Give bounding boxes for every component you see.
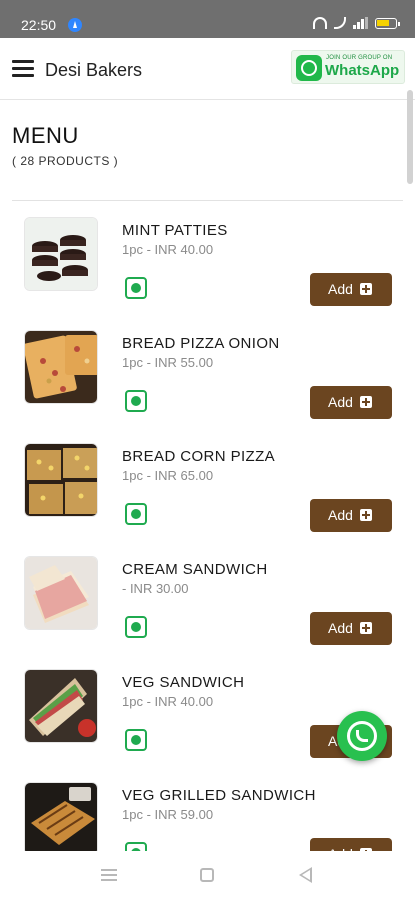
product-price: 1pc - INR 65.00 — [122, 468, 214, 483]
product-name: BREAD PIZZA ONION — [122, 335, 280, 352]
veg-indicator-icon — [125, 729, 147, 751]
product-image[interactable] — [24, 217, 98, 291]
add-to-cart-button[interactable]: Add — [310, 612, 392, 645]
signal-icon — [353, 17, 368, 29]
add-to-cart-button[interactable]: Add — [310, 499, 392, 532]
product-name: BREAD CORN PIZZA — [122, 448, 276, 465]
divider — [12, 200, 403, 201]
veg-indicator-icon — [125, 277, 147, 299]
product-price: - INR 30.00 — [122, 581, 189, 596]
whatsapp-banner-label: WhatsApp — [325, 62, 400, 79]
plus-icon — [360, 283, 372, 295]
system-nav-bar — [0, 851, 415, 900]
add-button-label: Add — [328, 394, 353, 410]
plus-icon — [360, 396, 372, 408]
hamburger-icon[interactable] — [12, 60, 34, 78]
add-button-label: Add — [328, 507, 353, 523]
product-item: BREAD CORN PIZZA 1pc - INR 65.00 Add — [0, 443, 415, 556]
scrollbar[interactable] — [407, 90, 413, 184]
product-price: 1pc - INR 59.00 — [122, 807, 214, 822]
battery-icon — [375, 17, 400, 29]
product-image[interactable] — [24, 782, 98, 856]
whatsapp-chat-button[interactable] — [337, 711, 387, 761]
status-time: 22:50 — [21, 17, 57, 33]
add-button-label: Add — [328, 620, 353, 636]
app-header: Desi Bakers JOIN OUR GROUP ON WhatsApp — [0, 38, 415, 100]
product-item: MINT PATTIES 1pc - INR 40.00 Add — [0, 217, 415, 330]
whatsapp-group-banner[interactable]: JOIN OUR GROUP ON WhatsApp — [291, 50, 405, 84]
whatsapp-icon — [296, 55, 322, 81]
wifi-call-icon — [334, 17, 346, 29]
product-item: BREAD PIZZA ONION 1pc - INR 55.00 Add — [0, 330, 415, 443]
add-button-label: Add — [328, 281, 353, 297]
veg-indicator-icon — [125, 616, 147, 638]
product-image[interactable] — [24, 330, 98, 404]
brand-title: Desi Bakers — [45, 60, 143, 80]
status-bar: 22:50 — [0, 0, 415, 38]
add-to-cart-button[interactable]: Add — [310, 273, 392, 306]
product-image[interactable] — [24, 556, 98, 630]
recent-apps-icon[interactable] — [101, 869, 117, 881]
product-price: 1pc - INR 40.00 — [122, 242, 214, 257]
status-icons — [313, 17, 400, 29]
add-to-cart-button[interactable]: Add — [310, 386, 392, 419]
page-title: MENU — [12, 123, 79, 148]
product-image[interactable] — [24, 669, 98, 743]
veg-indicator-icon — [125, 503, 147, 525]
wifi-icon — [313, 17, 327, 29]
plus-icon — [360, 509, 372, 521]
whatsapp-banner-caption: JOIN OUR GROUP ON — [326, 55, 393, 61]
home-icon[interactable] — [200, 868, 214, 882]
product-name: VEG GRILLED SANDWICH — [122, 787, 316, 804]
product-name: MINT PATTIES — [122, 222, 228, 239]
product-count: ( 28 PRODUCTS ) — [12, 154, 119, 168]
product-price: 1pc - INR 40.00 — [122, 694, 214, 709]
product-name: VEG SANDWICH — [122, 674, 245, 691]
location-icon — [68, 18, 82, 32]
product-name: CREAM SANDWICH — [122, 561, 268, 578]
plus-icon — [360, 622, 372, 634]
back-icon[interactable] — [299, 867, 312, 883]
product-image[interactable] — [24, 443, 98, 517]
veg-indicator-icon — [125, 390, 147, 412]
product-price: 1pc - INR 55.00 — [122, 355, 214, 370]
product-item: CREAM SANDWICH - INR 30.00 Add — [0, 556, 415, 669]
